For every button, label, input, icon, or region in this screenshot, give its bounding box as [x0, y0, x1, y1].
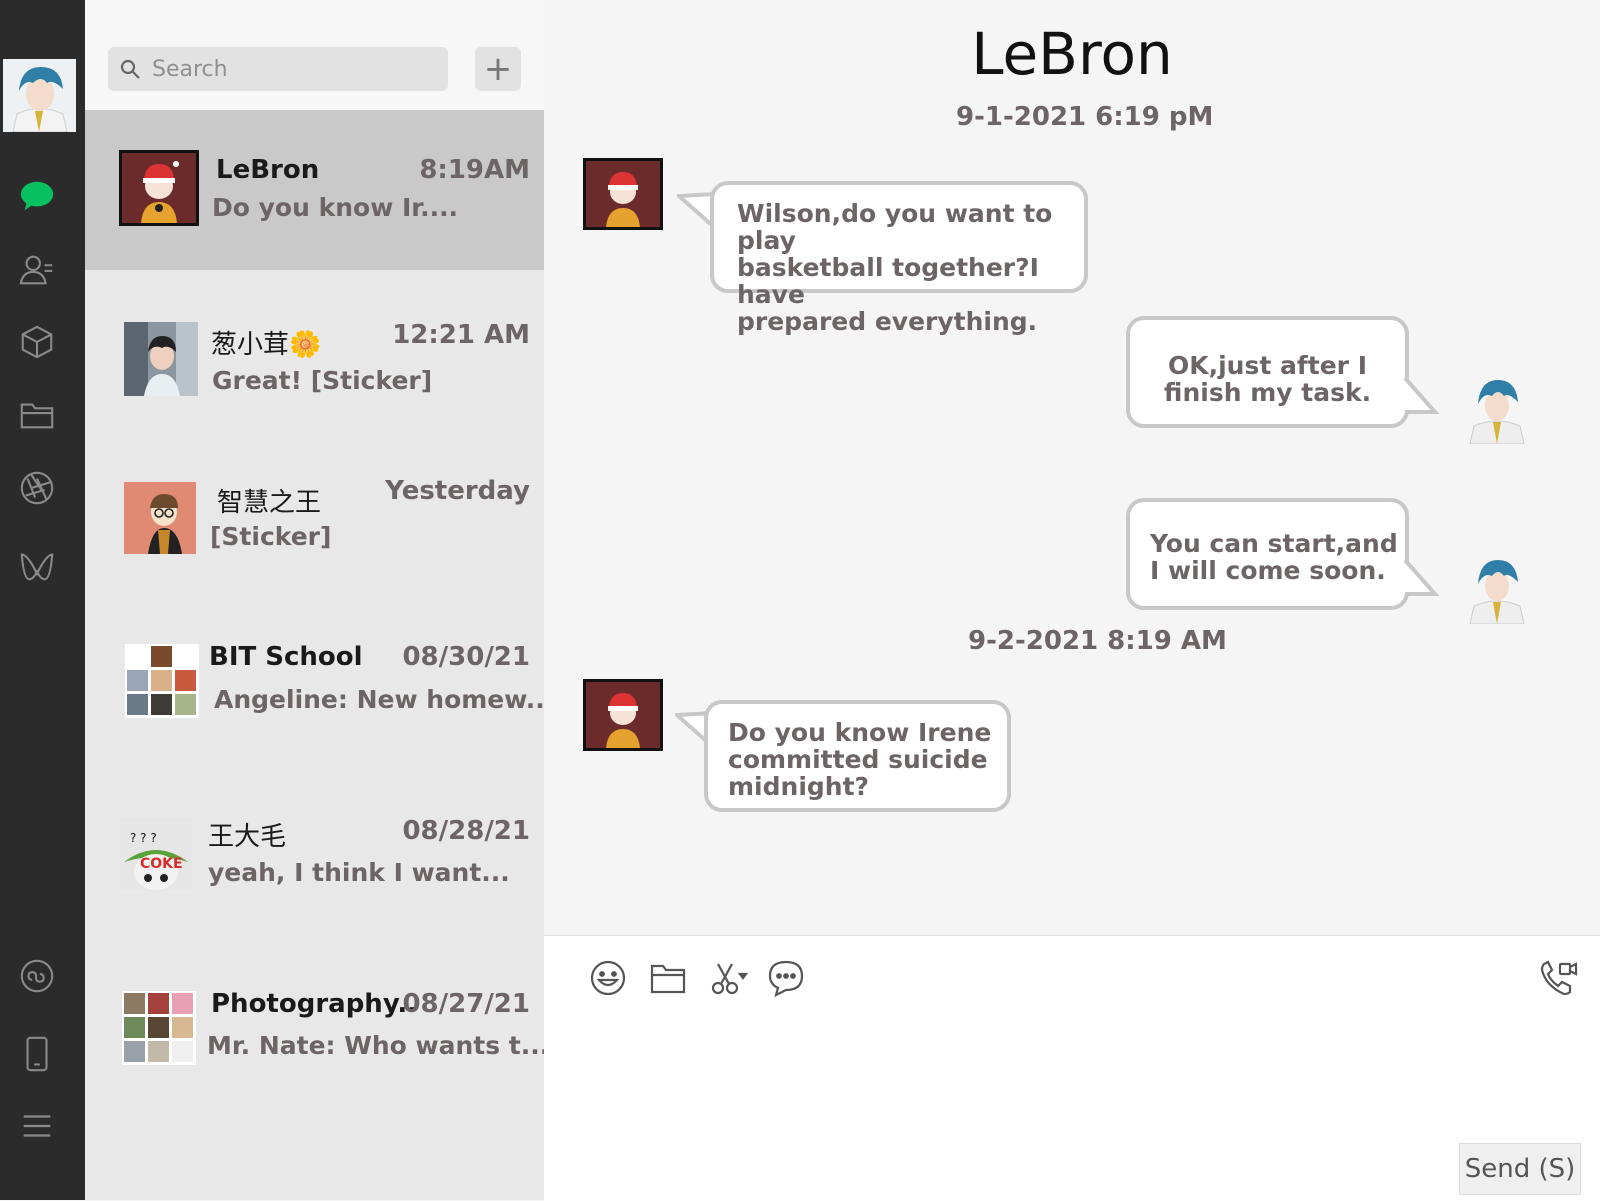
search-box[interactable]	[108, 47, 448, 91]
chat-name: LeBron	[216, 155, 320, 185]
timestamp: 9-2-2021 8:19 AM	[968, 626, 1227, 656]
conversation-title: LeBron	[971, 20, 1173, 88]
chat-time: 08/28/21	[402, 816, 530, 846]
chat-item-photography[interactable]: Photography.. 08/27/21 Mr. Nate: Who wan…	[85, 962, 549, 1122]
folder-icon[interactable]	[17, 395, 57, 435]
emoji-icon[interactable]	[588, 958, 628, 998]
chat-name: Photography..	[211, 989, 418, 1019]
chat-list-panel: + LeBron 8:19AM Do you know Ir.... 葱小茸🌼 …	[85, 0, 554, 1200]
message-line: committed suicide	[728, 745, 988, 774]
search-icon	[120, 59, 140, 79]
chat-name: 智慧之王	[217, 488, 322, 518]
chat-time: 12:21 AM	[392, 320, 530, 350]
add-button[interactable]: +	[475, 47, 521, 91]
chat-time: 8:19AM	[419, 155, 530, 185]
search-input[interactable]	[150, 55, 434, 83]
chat-name: 王大毛	[208, 822, 287, 852]
message-line: Wilson,do you want to play	[737, 199, 1053, 255]
nav-rail	[0, 0, 85, 1200]
message-bubble: You can start,and I will come soon.	[1126, 498, 1409, 610]
chat-preview: Mr. Nate: Who wants t...	[207, 1031, 550, 1060]
composer[interactable]: Send (S)	[544, 935, 1600, 1201]
svg-text:? ? ?: ? ? ?	[130, 831, 157, 845]
group-avatar	[125, 644, 199, 718]
avatar	[124, 482, 196, 554]
avatar	[124, 322, 198, 396]
my-avatar	[1464, 552, 1530, 624]
chat-item-bit-school[interactable]: BIT School 08/30/21 Angeline: New homew.…	[85, 610, 554, 770]
bubble-tail	[1403, 376, 1440, 414]
chat-name: BIT School	[209, 642, 363, 672]
chat-item-lebron[interactable]: LeBron 8:19AM Do you know Ir....	[85, 110, 544, 270]
phone-icon[interactable]	[17, 1034, 57, 1074]
chat-preview: Do you know Ir....	[212, 193, 459, 222]
chat-time: 08/30/21	[402, 642, 530, 672]
message-line: OK,just after I	[1167, 351, 1367, 380]
chat-bubble-icon[interactable]	[766, 958, 806, 998]
chat-preview: Angeline: New homew...	[214, 685, 555, 714]
moments-icon[interactable]	[17, 468, 57, 508]
menu-icon[interactable]	[17, 1106, 57, 1146]
chat-item-wangdamao[interactable]: ? ? ? COKE 王大毛 08/28/21 yeah, I think I w…	[85, 786, 544, 946]
svg-text:COKE: COKE	[140, 856, 183, 872]
send-button[interactable]: Send (S)	[1459, 1143, 1581, 1195]
bubble-tail	[1403, 558, 1440, 596]
message-line: Do you know Irene	[728, 718, 992, 747]
avatar	[119, 150, 199, 226]
scissors-icon[interactable]	[708, 958, 749, 998]
chat-time: 08/27/21	[402, 989, 530, 1019]
message-bubble: Do you know Irene committed suicide midn…	[704, 700, 1011, 812]
message-line: basketball together?I have	[737, 253, 1039, 309]
my-avatar[interactable]	[3, 59, 76, 132]
message-line: midnight?	[728, 772, 870, 801]
channels-icon[interactable]	[17, 546, 57, 586]
timestamp: 9-1-2021 6:19 pM	[956, 102, 1214, 132]
message-line: You can start,and	[1150, 529, 1398, 558]
chat-preview: [Sticker]	[210, 522, 332, 551]
chat-name: 葱小茸🌼	[211, 330, 322, 360]
chat-time: Yesterday	[385, 476, 530, 506]
message-bubble: OK,just after I finish my task.	[1126, 316, 1409, 428]
contacts-icon[interactable]	[17, 250, 57, 290]
message-bubble: Wilson,do you want to play basketball to…	[710, 181, 1088, 335]
message-line: I will come soon.	[1150, 556, 1386, 585]
sender-avatar	[583, 158, 663, 230]
my-avatar	[1464, 372, 1530, 444]
video-call-icon[interactable]	[1538, 958, 1578, 998]
chat-item-zhihui[interactable]: 智慧之王 Yesterday [Sticker]	[85, 450, 544, 610]
sender-avatar	[583, 679, 663, 751]
box-icon[interactable]	[17, 322, 57, 362]
group-avatar	[122, 991, 196, 1065]
chat-preview: Great! [Sticker]	[212, 366, 433, 395]
chat-item-cong[interactable]: 葱小茸🌼 12:21 AM Great! [Sticker]	[85, 290, 544, 450]
avatar: ? ? ? COKE	[120, 818, 192, 890]
chat-preview: yeah, I think I want...	[208, 858, 510, 887]
message-line: prepared everything.	[737, 307, 1038, 336]
search-header: +	[85, 0, 544, 110]
conversation-pane: LeBron 9-1-2021 6:19 pM Wilson,do you wa…	[544, 0, 1600, 935]
chat-icon[interactable]	[17, 176, 57, 216]
message-line: finish my task.	[1163, 378, 1372, 407]
folder-icon[interactable]	[648, 958, 688, 998]
mini-program-icon[interactable]	[17, 956, 57, 996]
